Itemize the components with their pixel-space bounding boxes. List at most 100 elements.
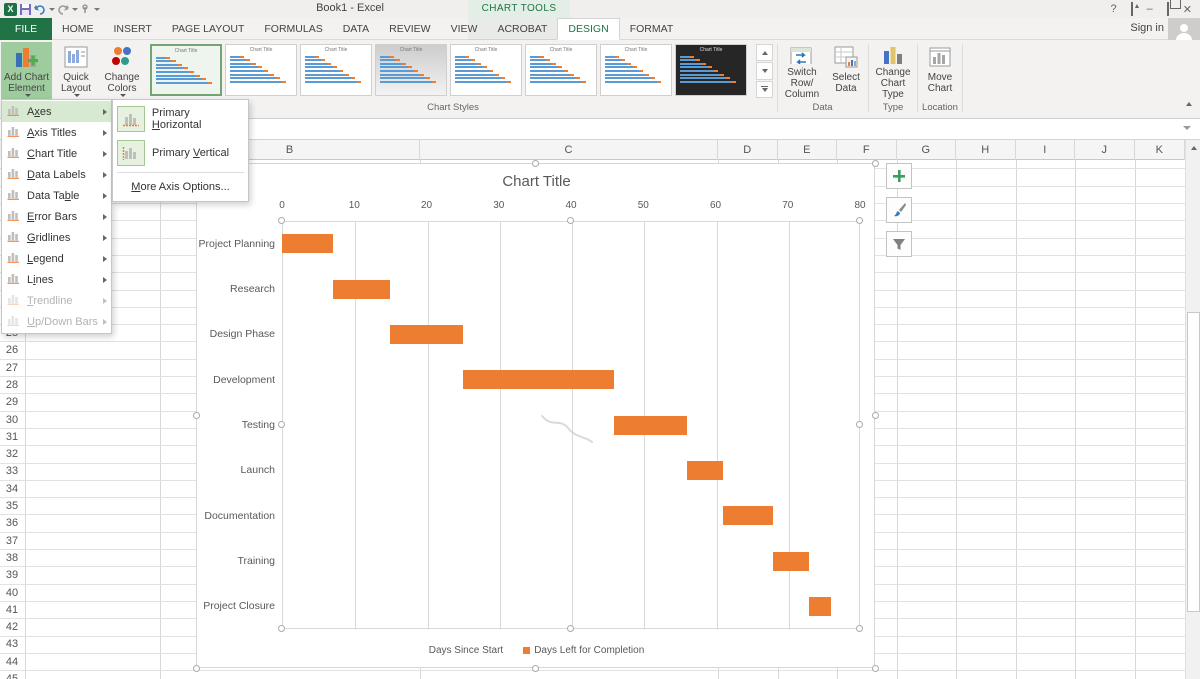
menu-item-error-bars[interactable]: Error Bars — [2, 206, 111, 227]
submenu-item-primary-vertical[interactable]: Primary Vertical — [113, 136, 248, 170]
selection-handle[interactable] — [856, 625, 863, 632]
row-header-30[interactable]: 30 — [0, 412, 24, 429]
tab-home[interactable]: HOME — [52, 18, 104, 40]
row-header-33[interactable]: 33 — [0, 463, 24, 480]
menu-item-legend[interactable]: Legend — [2, 248, 111, 269]
gantt-bar-testing[interactable] — [614, 416, 686, 435]
column-header-g[interactable]: G — [897, 140, 957, 160]
tab-file[interactable]: FILE — [0, 18, 52, 40]
chart-style-thumbnail[interactable]: Chart Title — [150, 44, 222, 96]
selection-handle[interactable] — [872, 412, 879, 419]
scrollbar-thumb[interactable] — [1187, 312, 1200, 612]
chart-styles-button[interactable] — [886, 197, 912, 223]
chart-elements-button[interactable] — [886, 163, 912, 189]
row-header-37[interactable]: 37 — [0, 533, 24, 550]
menu-item-gridlines[interactable]: Gridlines — [2, 227, 111, 248]
vertical-scrollbar[interactable] — [1185, 140, 1200, 679]
row-header-31[interactable]: 31 — [0, 429, 24, 446]
column-header-d[interactable]: D — [718, 140, 778, 160]
row-header-35[interactable]: 35 — [0, 498, 24, 515]
selection-handle[interactable] — [278, 625, 285, 632]
selection-handle[interactable] — [856, 217, 863, 224]
gantt-bar-documentation[interactable] — [723, 506, 774, 525]
menu-item-data-labels[interactable]: Data Labels — [2, 164, 111, 185]
undo-caret[interactable] — [49, 8, 55, 11]
chart-title[interactable]: Chart Title — [197, 173, 876, 190]
row-header-45[interactable]: 45 — [0, 671, 24, 679]
chart-style-thumbnail[interactable]: Chart Title — [225, 44, 297, 96]
row-header-34[interactable]: 34 — [0, 481, 24, 498]
change-colors-button[interactable]: Change Colors — [100, 42, 144, 100]
row-header-36[interactable]: 36 — [0, 515, 24, 532]
gallery-more-button[interactable] — [756, 81, 773, 98]
excel-logo-icon[interactable]: X — [4, 3, 17, 16]
collapse-ribbon-button[interactable] — [1182, 98, 1196, 110]
qat-customize-caret[interactable] — [94, 8, 100, 11]
selection-handle[interactable] — [532, 160, 539, 167]
tab-formulas[interactable]: FORMULAS — [254, 18, 332, 40]
tab-insert[interactable]: INSERT — [104, 18, 162, 40]
selection-handle[interactable] — [872, 665, 879, 672]
tab-format[interactable]: FORMAT — [620, 18, 684, 40]
touch-mode-icon[interactable] — [80, 3, 91, 15]
row-header-32[interactable]: 32 — [0, 446, 24, 463]
selection-handle[interactable] — [567, 217, 574, 224]
menu-item-trendline[interactable]: Trendline — [2, 290, 111, 311]
row-header-40[interactable]: 40 — [0, 585, 24, 602]
gantt-bar-project-closure[interactable] — [809, 597, 831, 616]
selection-handle[interactable] — [278, 217, 285, 224]
chart-style-thumbnail[interactable]: Chart Title — [525, 44, 597, 96]
row-header-38[interactable]: 38 — [0, 550, 24, 567]
column-header-h[interactable]: H — [956, 140, 1016, 160]
menu-item-lines[interactable]: Lines — [2, 269, 111, 290]
selection-handle[interactable] — [193, 412, 200, 419]
expand-formula-bar-icon[interactable] — [1183, 126, 1192, 132]
row-header-26[interactable]: 26 — [0, 342, 24, 359]
selection-handle[interactable] — [193, 665, 200, 672]
menu-item-axes[interactable]: Axes — [2, 101, 111, 122]
selection-handle[interactable] — [856, 421, 863, 428]
selection-handle[interactable] — [567, 625, 574, 632]
change-chart-type-button[interactable]: Change Chart Type — [870, 42, 916, 100]
gantt-bar-development[interactable] — [463, 370, 615, 389]
undo-icon[interactable] — [34, 3, 46, 15]
row-header-42[interactable]: 42 — [0, 619, 24, 636]
switch-row-column-button[interactable]: Switch Row/ Column — [779, 42, 825, 100]
row-header-44[interactable]: 44 — [0, 654, 24, 671]
tab-design[interactable]: DESIGN — [557, 18, 619, 40]
close-button[interactable]: ✕ — [1183, 3, 1192, 16]
help-button[interactable]: ? — [1111, 3, 1117, 15]
tab-data[interactable]: DATA — [333, 18, 379, 40]
chart-style-thumbnail[interactable]: Chart Title — [600, 44, 672, 96]
chart-area[interactable]: Chart Title 01020304050607080 Project Pl… — [196, 163, 875, 668]
column-header-k[interactable]: K — [1135, 140, 1186, 160]
chart-style-thumbnail[interactable]: Chart Title — [450, 44, 522, 96]
select-data-button[interactable]: Select Data — [826, 42, 866, 100]
move-chart-button[interactable]: Move Chart — [919, 42, 961, 100]
minimize-button[interactable]: – — [1147, 3, 1153, 15]
gantt-bar-project-planning[interactable] — [282, 234, 333, 253]
column-header-i[interactable]: I — [1016, 140, 1076, 160]
user-avatar[interactable] — [1168, 18, 1200, 40]
menu-item-axis-titles[interactable]: Axis Titles — [2, 122, 111, 143]
ribbon-display-options-button[interactable] — [1131, 3, 1133, 15]
chart-style-thumbnail[interactable]: Chart Title — [675, 44, 747, 96]
restore-button[interactable] — [1167, 3, 1169, 15]
row-header-27[interactable]: 27 — [0, 360, 24, 377]
gantt-bar-research[interactable] — [333, 280, 391, 299]
redo-icon[interactable] — [57, 3, 69, 15]
save-icon[interactable] — [19, 3, 32, 16]
gantt-bar-design-phase[interactable] — [390, 325, 462, 344]
column-header-c[interactable]: C — [420, 140, 718, 160]
column-header-j[interactable]: J — [1075, 140, 1135, 160]
legend-item[interactable]: Days Since Start — [429, 645, 503, 656]
gallery-scroll-down-button[interactable] — [756, 62, 773, 79]
submenu-item-primary-horizontal[interactable]: Primary Horizontal — [113, 102, 248, 136]
quick-layout-button[interactable]: Quick Layout — [54, 42, 98, 100]
tab-review[interactable]: REVIEW — [379, 18, 440, 40]
row-header-41[interactable]: 41 — [0, 602, 24, 619]
gallery-scroll-up-button[interactable] — [756, 44, 773, 61]
selection-handle[interactable] — [278, 421, 285, 428]
tab-view[interactable]: VIEW — [441, 18, 488, 40]
tab-acrobat[interactable]: ACROBAT — [487, 18, 557, 40]
